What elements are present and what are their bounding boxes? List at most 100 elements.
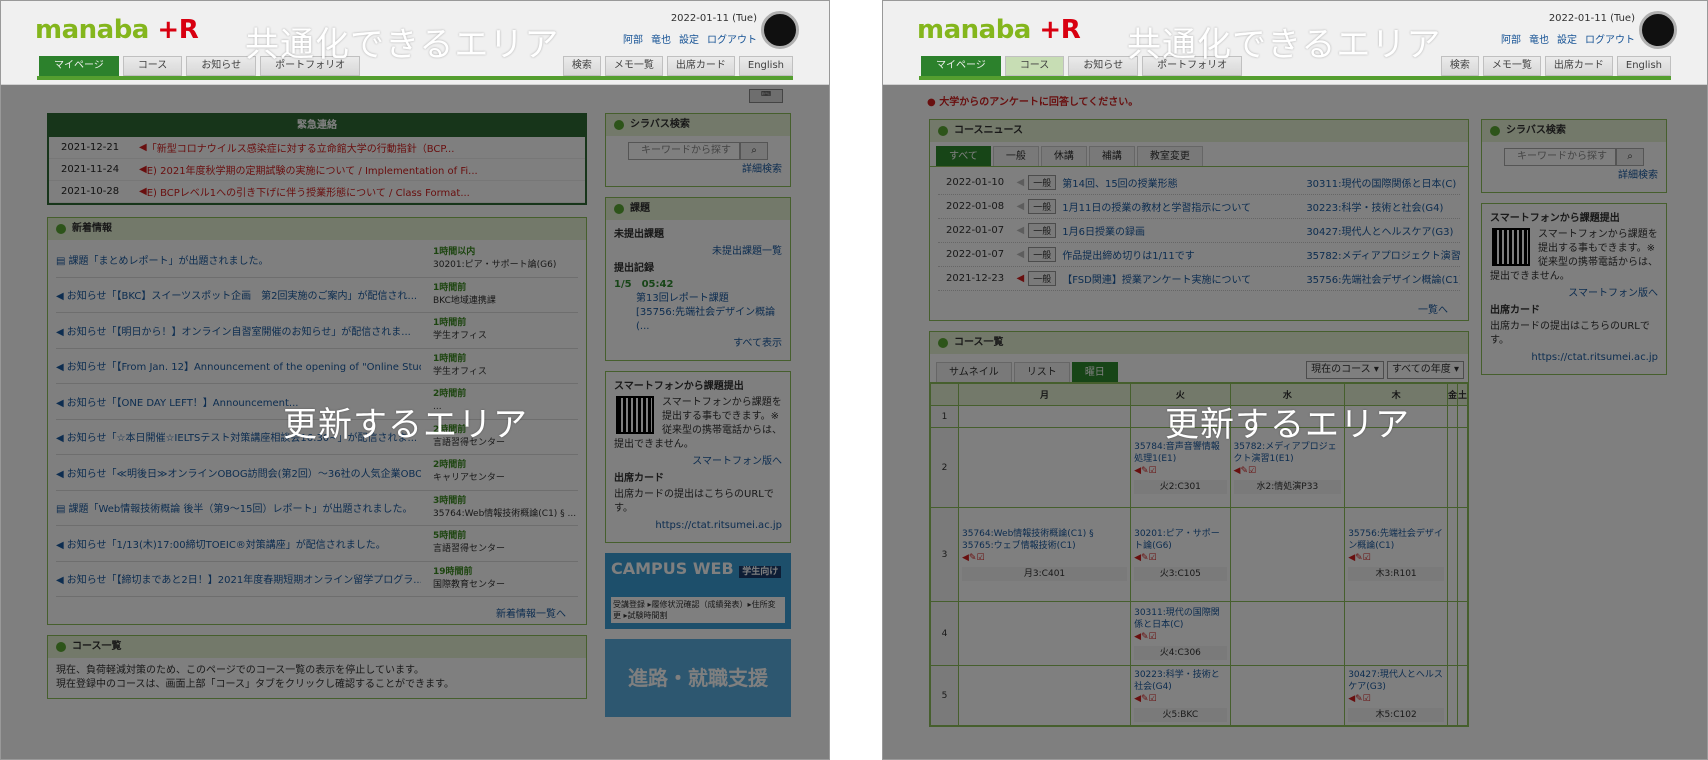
detail-search-link[interactable]: 詳細検索	[1490, 169, 1658, 183]
syllabus-title: シラバス検索	[606, 114, 790, 136]
course-news-item[interactable]: 2022-01-08 ◀ 一般 1月11日の授業の教材と学習指示について 30223:科…	[938, 195, 1460, 219]
megaphone-icon: ◀	[139, 186, 147, 197]
news-item[interactable]: ◀ お知らせ「【明日から！】オンライン自習室開催のお知らせ」が配信されま... 1時…	[56, 313, 578, 349]
status-icons: ◀✎☑	[1348, 694, 1371, 704]
survey-alert[interactable]: ● 大学からのアンケートに回答してください。	[927, 93, 1707, 108]
course-cell[interactable]: 30311:現代の国際関係と日本(C) ◀✎☑ 火4:C306	[1130, 601, 1231, 666]
attendance-link[interactable]: https://ctat.ritsumei.ac.jp	[614, 519, 782, 533]
tab-weekday[interactable]: 曜日	[1071, 362, 1118, 382]
side-column: シラバス検索 キーワードから探す ⌕ 詳細検索 課題 未提出課題 未提出課題一覧 …	[605, 113, 791, 717]
news-item[interactable]: ◀ お知らせ「≪明後日≫オンラインOBOG訪問会(第2回）～36社の人気企業OBO…	[56, 455, 578, 491]
manaba-logo[interactable]: manaba +R	[35, 15, 199, 45]
campus-web-banner[interactable]: CAMPUS WEB 学生向け 受講登録 ▸履修状況確認（成績発表）▸住所変更 …	[605, 553, 791, 629]
status-icons: ◀✎☑	[1134, 694, 1157, 704]
syllabus-title: シラバス検索	[1482, 120, 1666, 142]
record-time: 1/5 05:42	[614, 279, 674, 290]
english-button[interactable]: English	[1616, 56, 1671, 76]
user-first-name[interactable]: 竜也	[1529, 35, 1549, 46]
memo-button[interactable]: メモ一覧	[1482, 56, 1541, 76]
avatar[interactable]	[761, 11, 799, 49]
course-news-item[interactable]: 2021-12-23 ◀ 一般 【FSD関連】授業アンケート実施について 35756:先…	[938, 267, 1460, 291]
tab-makeup[interactable]: 補講	[1088, 146, 1135, 166]
tab-mypage[interactable]: マイページ	[39, 56, 119, 76]
day-header: 土	[1456, 383, 1469, 406]
urgent-item[interactable]: 2021-11-24 ◀ E) 2021年度秋学期の定期試験の実施について / I…	[49, 159, 585, 181]
news-item[interactable]: ◀ お知らせ「1/13(木)17:00締切TOEIC®対策講座」が配信されました。…	[56, 526, 578, 562]
smartphone-title: スマートフォンから課題提出	[1490, 213, 1620, 224]
record-label: 提出記録	[614, 263, 654, 274]
avatar[interactable]	[1639, 11, 1677, 49]
keyboard-icon[interactable]: ⌨	[749, 89, 783, 103]
empty-cell	[1229, 601, 1346, 666]
syllabus-search-input[interactable]: キーワードから探す	[1504, 148, 1616, 166]
manaba-logo[interactable]: manaba +R	[917, 15, 1081, 45]
memo-button[interactable]: メモ一覧	[604, 56, 663, 76]
tab-course[interactable]: コース	[122, 56, 183, 76]
smartphone-link[interactable]: スマートフォン版へ	[614, 455, 782, 469]
current-course-select[interactable]: 現在のコース ▾	[1306, 361, 1384, 379]
megaphone-icon: ◀	[1016, 177, 1025, 188]
tab-room-change[interactable]: 教室変更	[1136, 146, 1203, 166]
megaphone-icon: ◀	[139, 142, 147, 153]
megaphone-icon: ◀	[1016, 225, 1025, 236]
search-icon[interactable]: ⌕	[1616, 148, 1644, 166]
course-news-more[interactable]: 一覧へ	[930, 295, 1468, 320]
empty-cell	[1456, 507, 1469, 602]
user-first-name[interactable]: 竜也	[651, 35, 671, 46]
smartphone-link[interactable]: スマートフォン版へ	[1490, 287, 1658, 301]
logout-link[interactable]: ログアウト	[1585, 35, 1635, 46]
urgent-item[interactable]: 2021-10-28 ◀ E) BCPレベル1への引き下げに伴う授業形態について …	[49, 181, 585, 203]
tab-cancel[interactable]: 休講	[1040, 146, 1087, 166]
megaphone-icon: ◀	[56, 291, 64, 303]
tab-thumbnail[interactable]: サムネイル	[936, 362, 1012, 382]
course-news-item[interactable]: 2022-01-07 ◀ 一般 作品提出締め切りは1/11です 35782:メディアプロ…	[938, 243, 1460, 267]
tab-general[interactable]: 一般	[992, 146, 1039, 166]
news-item[interactable]: ▤ 課題「Web情報技術概論 後半（第9～15回）レポート」が出題されました。 3時…	[56, 491, 578, 526]
course-cell[interactable]: 30223:科学・技術と社会(G4) ◀✎☑ 火5:BKC	[1130, 665, 1231, 726]
news-item[interactable]: ◀ お知らせ「【BKC】スイーツスポット企画 第2回実施のご案内」が配信され...…	[56, 278, 578, 313]
overlay-update-area: 更新するエリア	[283, 405, 528, 445]
megaphone-icon: ◀	[139, 164, 147, 175]
year-select[interactable]: すべての年度 ▾	[1386, 361, 1464, 379]
urgent-item[interactable]: 2021-12-21 ◀ 「新型コロナウイルス感染症に対する立命館大学の行動指針（…	[49, 137, 585, 159]
course-cell[interactable]: 35764:Web情報技術概論(C1) § 35765:ウェブ情報技術(C1) ◀…	[957, 507, 1132, 602]
course-news-item[interactable]: 2022-01-07 ◀ 一般 1月6日授業の録画 30427:現代人とヘルスケア(G3…	[938, 219, 1460, 243]
course-news-item[interactable]: 2022-01-10 ◀ 一般 第14回、15回の授業形態 30311:現代の国際関係と…	[938, 171, 1460, 195]
course-cell[interactable]: 30427:現代人とヘルスケア(G3) ◀✎☑ 木5:C102	[1344, 665, 1448, 726]
news-more-link[interactable]: 新着情報一覧へ	[48, 599, 586, 624]
syllabus-search-input[interactable]: キーワードから探す	[628, 142, 740, 160]
record-course[interactable]: [35756:先端社会デザイン概論(...	[614, 306, 782, 334]
career-banner[interactable]: 進路・就職支援	[605, 639, 791, 717]
task-title: 課題	[606, 198, 790, 220]
empty-cell	[1344, 601, 1448, 666]
settings-link[interactable]: 設定	[1557, 35, 1577, 46]
news-item[interactable]: ◀ お知らせ「【締切まであと2日！】2021年度春期短期オンライン留学プログラ..…	[56, 562, 578, 597]
empty-cell	[1456, 601, 1469, 666]
attendance-button[interactable]: 出席カード	[1544, 56, 1613, 76]
course-cell[interactable]: 30201:ピア・サポート論(G6) ◀✎☑ 火3:C105	[1130, 507, 1231, 602]
tab-all[interactable]: すべて	[936, 146, 991, 166]
tab-course[interactable]: コース	[1004, 56, 1065, 76]
attendance-link[interactable]: https://ctat.ritsumei.ac.jp	[1490, 351, 1658, 365]
search-button[interactable]: 検索	[1440, 56, 1479, 76]
course-cell[interactable]: 35756:先端社会デザイン概論(C1) ◀✎☑ 木3:R101	[1344, 507, 1448, 602]
news-item[interactable]: ◀ お知らせ「【From Jan. 12】Announcement of the …	[56, 349, 578, 384]
unsubmitted-link[interactable]: 未提出課題一覧	[614, 245, 782, 259]
logout-link[interactable]: ログアウト	[707, 35, 757, 46]
attendance-button[interactable]: 出席カード	[666, 56, 735, 76]
record-item[interactable]: 第13回レポート課題	[614, 292, 782, 306]
search-icon[interactable]: ⌕	[740, 142, 768, 160]
user-last-name[interactable]: 阿部	[623, 35, 643, 46]
user-last-name[interactable]: 阿部	[1501, 35, 1521, 46]
tab-list[interactable]: リスト	[1013, 362, 1070, 382]
search-button[interactable]: 検索	[562, 56, 601, 76]
attendance-title: 出席カード	[1490, 305, 1540, 316]
course-box: コース一覧 現在、負荷軽減対策のため、このページでのコース一覧の表示を停止してい…	[47, 635, 587, 699]
news-item[interactable]: ▤ 課題「まとめレポート」が出題されました。 1時間以内 30201:ピア・サポート論…	[56, 242, 578, 278]
english-button[interactable]: English	[738, 56, 793, 76]
show-all-link[interactable]: すべて表示	[614, 337, 782, 351]
settings-link[interactable]: 設定	[679, 35, 699, 46]
detail-search-link[interactable]: 詳細検索	[614, 163, 782, 177]
tab-mypage[interactable]: マイページ	[921, 56, 1001, 76]
chevron-down-icon: ▾	[1453, 364, 1459, 375]
